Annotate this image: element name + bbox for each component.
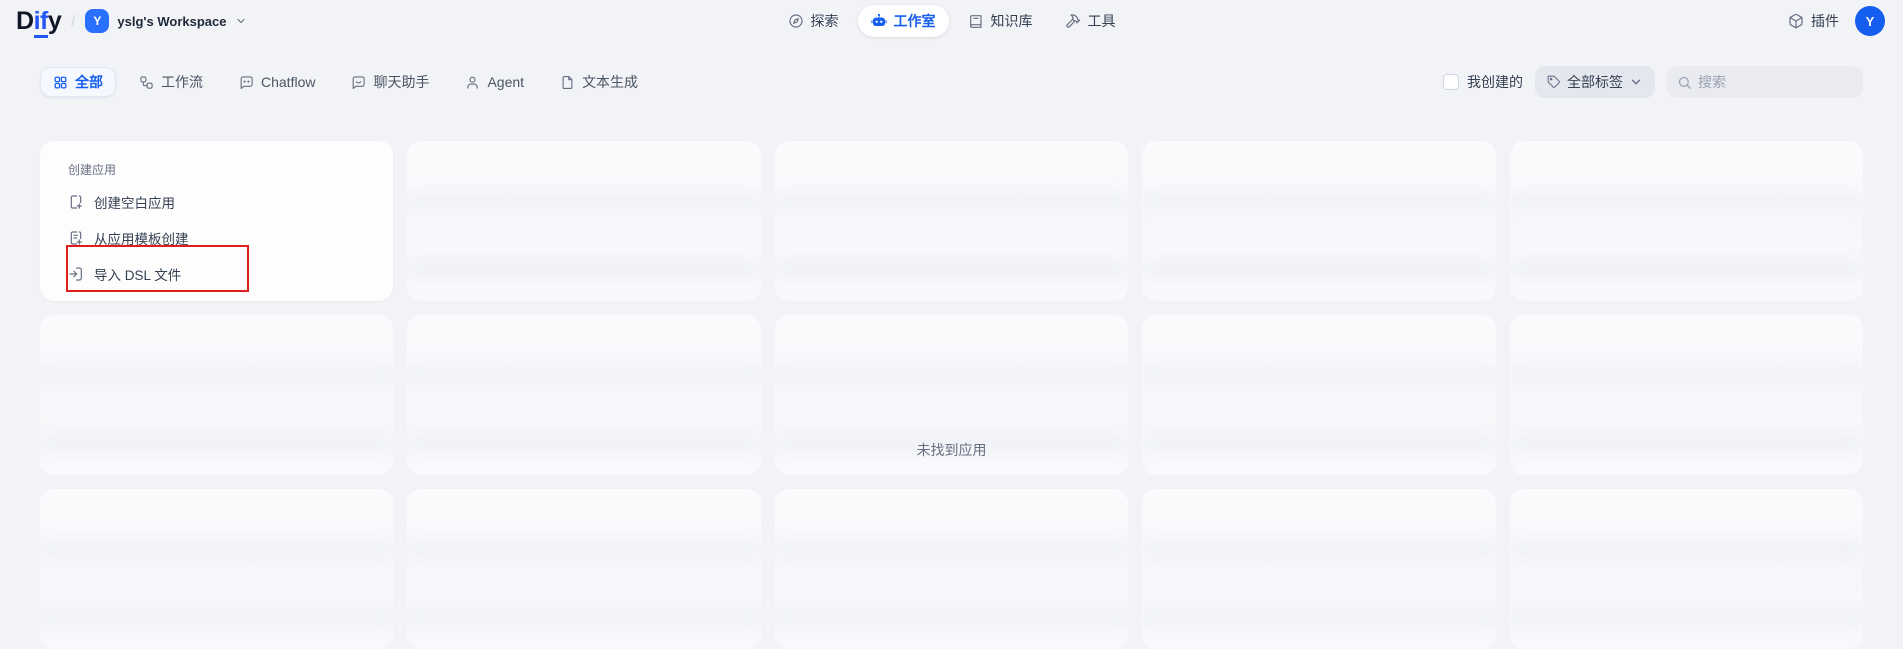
tab-label: Agent [487,74,524,90]
breadcrumb-separator: / [71,13,75,30]
app-card-placeholder [40,489,393,649]
create-blank-app-button[interactable]: 创建空白应用 [68,184,379,220]
top-header: Dify / Y yslg's Workspace 探索 工作室 [0,0,1903,42]
nav-item-tools[interactable]: 工具 [1052,5,1129,37]
empty-state-text: 未找到应用 [0,440,1903,460]
main-nav: 探索 工作室 知识库 工具 [775,5,1129,37]
create-app-card: 创建应用 创建空白应用 从应用模板创建 导入 DSL 文件 [40,141,393,301]
header-right: 插件 Y [1788,6,1885,36]
create-item-label: 导入 DSL 文件 [94,264,181,284]
nav-item-label: 知识库 [991,11,1033,31]
text-generation-icon [560,75,575,90]
logo-part-d: D [16,7,34,35]
header-left: Dify / Y yslg's Workspace [16,7,247,36]
search-input[interactable] [1698,74,1853,90]
nav-item-explore[interactable]: 探索 [775,5,852,37]
plugins-label: 插件 [1811,11,1839,31]
tab-label: 全部 [75,72,103,92]
workspace-avatar: Y [85,9,109,33]
robot-icon [871,13,887,29]
nav-item-studio[interactable]: 工作室 [858,5,949,37]
grid-icon [53,75,68,90]
create-item-label: 创建空白应用 [94,192,175,212]
app-card-placeholder [775,141,1128,301]
toolbar: 全部 工作流 Chatflow 聊天助手 Agent [0,66,1903,98]
app-grid: 创建应用 创建空白应用 从应用模板创建 导入 DSL 文件 [0,141,1903,649]
create-from-template-button[interactable]: 从应用模板创建 [68,220,379,256]
tag-icon [1547,75,1561,89]
app-card-placeholder [1510,141,1863,301]
tab-text-generation[interactable]: 文本生成 [547,67,651,97]
create-app-title: 创建应用 [68,161,379,178]
nav-item-label: 探索 [811,11,839,31]
app-card-placeholder [775,489,1128,649]
app-card-placeholder [1142,489,1495,649]
tag-filter-label: 全部标签 [1567,72,1623,92]
workflow-icon [139,75,154,90]
my-created-label: 我创建的 [1467,72,1523,92]
app-card-placeholder [407,141,760,301]
plugins-button[interactable]: 插件 [1788,11,1839,31]
user-avatar[interactable]: Y [1855,6,1885,36]
nav-item-label: 工作室 [894,11,936,31]
app-card-placeholder [1510,489,1863,649]
agent-icon [465,75,480,90]
tab-all[interactable]: 全部 [40,67,116,97]
logo-part-y: y [48,7,61,35]
package-icon [1788,13,1804,29]
chat-bubble-icon [239,75,254,90]
create-item-label: 从应用模板创建 [94,228,189,248]
search-icon [1677,75,1692,90]
filters: 我创建的 全部标签 [1443,66,1863,98]
tab-workflow[interactable]: 工作流 [126,67,216,97]
file-plus-icon [68,194,84,210]
tag-filter-dropdown[interactable]: 全部标签 [1535,66,1655,98]
workspace-name: yslg's Workspace [117,14,226,29]
tab-label: 聊天助手 [373,72,429,92]
search-box[interactable] [1667,66,1863,98]
compass-icon [788,13,804,29]
nav-item-knowledge[interactable]: 知识库 [955,5,1046,37]
chevron-down-icon [1629,75,1643,89]
my-created-filter[interactable]: 我创建的 [1443,72,1523,92]
tab-label: 文本生成 [582,72,638,92]
tools-icon [1065,13,1081,29]
app-card-placeholder [1142,141,1495,301]
chevron-down-icon [235,15,247,27]
nav-item-label: 工具 [1088,11,1116,31]
import-icon [68,266,84,282]
my-created-checkbox[interactable] [1443,74,1459,90]
book-icon [968,13,984,29]
tab-chat-assistant[interactable]: 聊天助手 [338,67,442,97]
tab-chatflow[interactable]: Chatflow [226,67,328,97]
chat-assistant-icon [351,75,366,90]
logo-part-if: if [34,7,48,38]
template-icon [68,230,84,246]
tab-agent[interactable]: Agent [452,67,537,97]
import-dsl-button[interactable]: 导入 DSL 文件 [68,256,379,292]
workspace-selector[interactable]: Y yslg's Workspace [85,9,246,33]
tab-label: 工作流 [161,72,203,92]
app-card-placeholder [407,489,760,649]
tab-label: Chatflow [261,74,315,90]
app-type-tabs: 全部 工作流 Chatflow 聊天助手 Agent [40,67,651,97]
dify-logo[interactable]: Dify [16,7,61,36]
